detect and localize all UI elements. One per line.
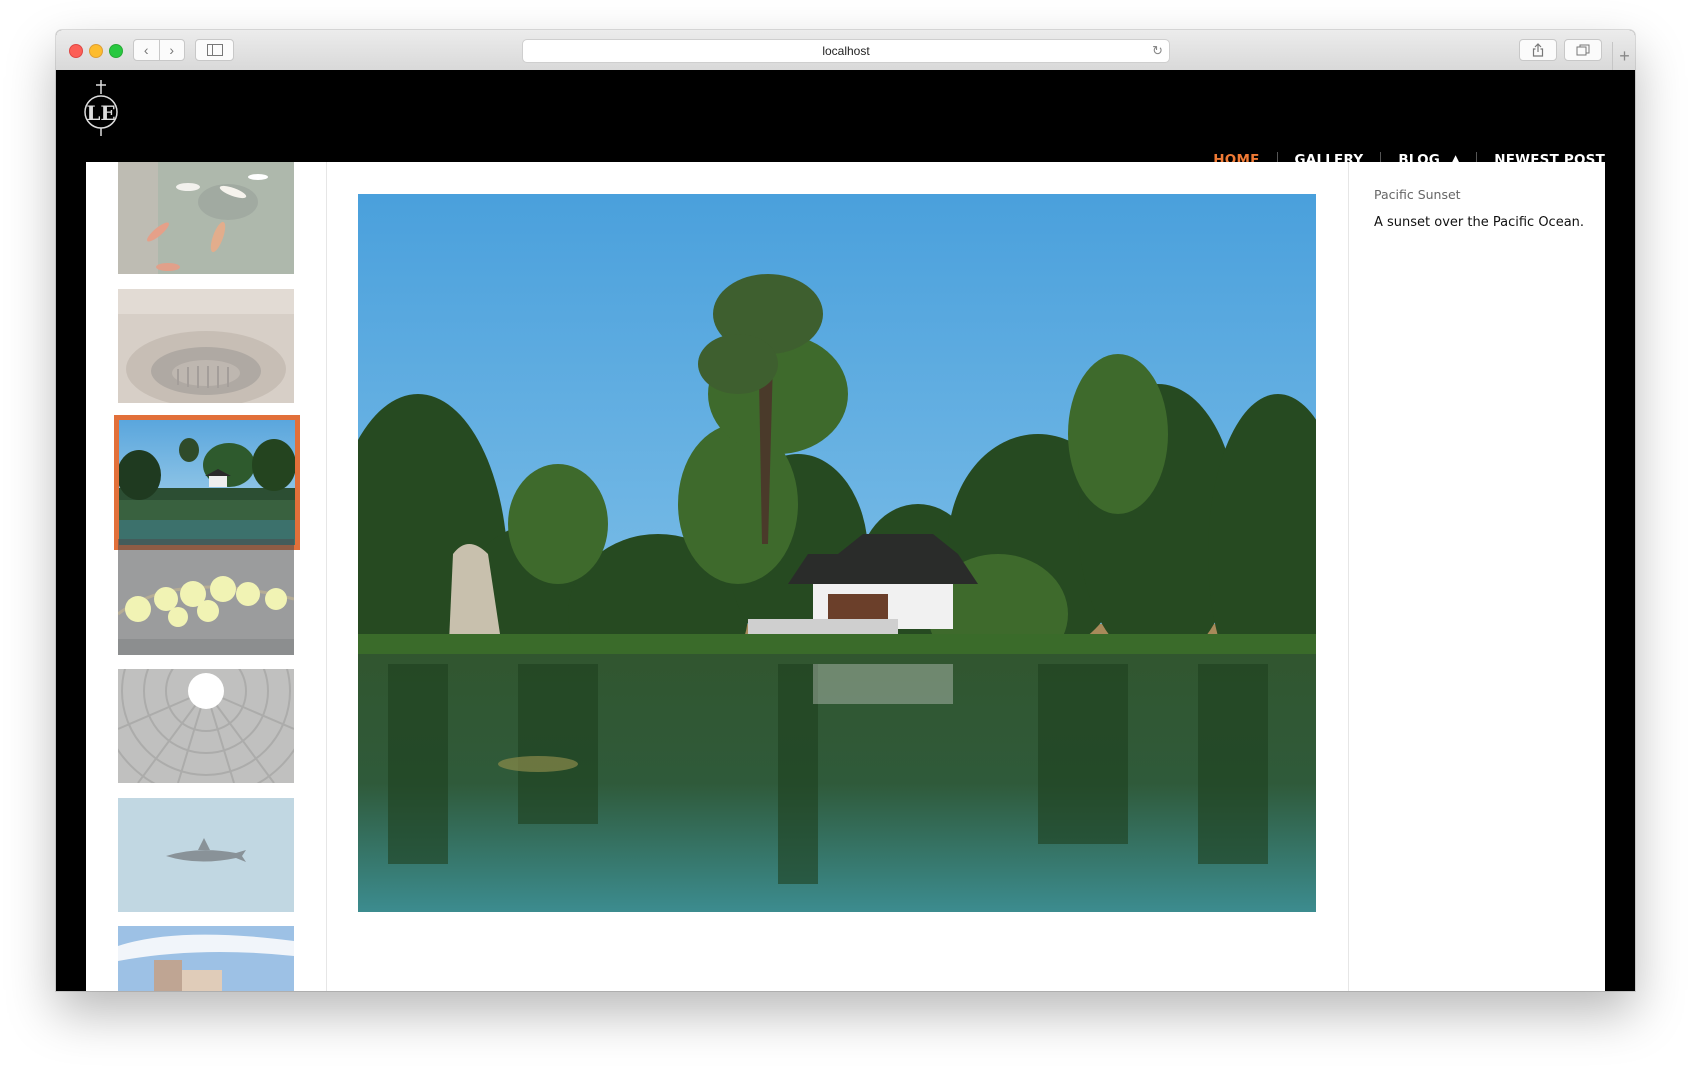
thumbnail-shark[interactable] [118, 798, 294, 912]
sky-building-image [118, 926, 294, 991]
thumbnail-orchids[interactable] [118, 539, 294, 655]
thumbnail-colosseum[interactable] [118, 289, 294, 403]
thumbnail-sky-building[interactable] [118, 926, 294, 991]
sidebar-icon [206, 44, 223, 56]
share-button[interactable] [1519, 39, 1557, 61]
reload-icon[interactable]: ↻ [1152, 40, 1163, 62]
share-icon [1532, 43, 1544, 57]
maximize-window-button[interactable] [109, 44, 123, 58]
history-nav-group: ‹ › [133, 39, 185, 61]
page-content: Pacific Sunset A sunset over the Pacific… [86, 162, 1605, 991]
koi-pond-image [118, 162, 294, 274]
photo-info-panel: Pacific Sunset A sunset over the Pacific… [1348, 162, 1606, 991]
orchids-image [118, 539, 294, 655]
close-window-button[interactable] [69, 44, 83, 58]
thumbnail-koi-pond[interactable] [118, 162, 294, 274]
sidebar-toggle-button[interactable] [195, 39, 234, 61]
pantheon-dome-image [118, 669, 294, 783]
url-text: localhost [822, 44, 870, 58]
logo[interactable]: LE [83, 78, 119, 138]
photo-description: A sunset over the Pacific Ocean. [1374, 215, 1585, 230]
garden-lake-photo [358, 194, 1316, 912]
main-photo[interactable] [358, 194, 1316, 912]
tabs-icon [1576, 44, 1590, 56]
photo-title: Pacific Sunset [1374, 187, 1461, 202]
thumbnail-garden-lake[interactable] [114, 415, 300, 550]
thumbnail-strip[interactable] [86, 162, 327, 991]
forward-icon[interactable]: › [160, 40, 185, 60]
browser-toolbar: ‹ › localhost ↻ + [56, 30, 1635, 71]
browser-window: ‹ › localhost ↻ + LE HOME GALLERY BLOG ▲… [56, 30, 1635, 991]
address-bar[interactable]: localhost ↻ [522, 39, 1170, 63]
site-header: LE HOME GALLERY BLOG ▲ NEWEST POST [56, 70, 1635, 168]
new-tab-icon[interactable]: + [1612, 42, 1635, 70]
show-tabs-button[interactable] [1564, 39, 1602, 61]
minimize-window-button[interactable] [89, 44, 103, 58]
svg-text:LE: LE [86, 101, 115, 125]
garden-lake-image [119, 420, 295, 545]
thumbnail-pantheon-dome[interactable] [118, 669, 294, 783]
colosseum-image [118, 289, 294, 403]
back-icon[interactable]: ‹ [134, 40, 160, 60]
shark-image [118, 798, 294, 912]
